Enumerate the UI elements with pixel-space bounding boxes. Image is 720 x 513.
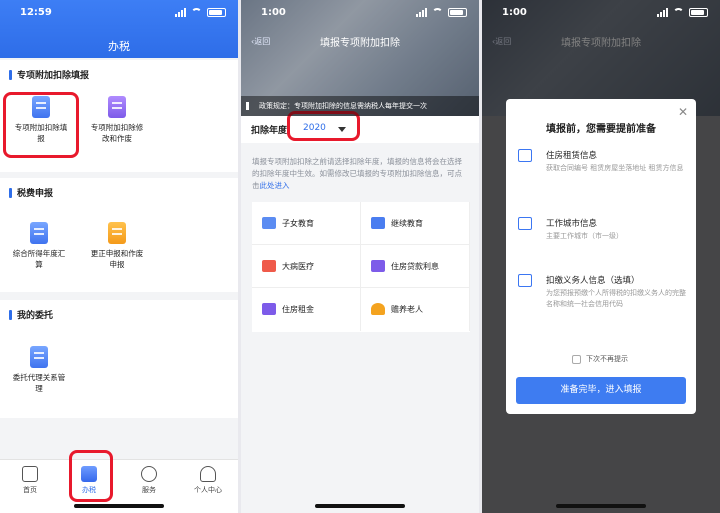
wifi-icon <box>432 8 443 17</box>
year-label: 扣除年度: <box>251 126 291 136</box>
prep-item-rental: 住房租赁信息 获取合同编号 租赁房屋坐落地址 租赁方信息 <box>518 149 686 189</box>
tab-label: 个人中心 <box>194 486 222 494</box>
home-indicator <box>315 504 405 508</box>
page-title: 填报专项附加扣除 <box>320 38 400 49</box>
app-header: 12:59 办税 <box>0 0 238 58</box>
close-icon[interactable]: ✕ <box>678 105 688 119</box>
tile-label: 委托代理关系管理 <box>12 373 66 393</box>
tab-home[interactable]: 首页 <box>5 466 55 495</box>
confirm-button[interactable]: 准备完毕，进入填报 <box>516 377 686 404</box>
tile-label: 更正申报和作废申报 <box>90 249 144 269</box>
delegation-management-button[interactable]: 委托代理关系管理 <box>1 346 77 394</box>
elderly-person-icon <box>371 303 385 315</box>
policy-notice: 政策规定：专项附加扣除的信息需纳税人每年提交一次 <box>241 96 479 116</box>
dialog-title: 填报前，您需要提前准备 <box>546 124 656 135</box>
status-time: 1:00 <box>502 7 527 18</box>
signal-icon <box>416 8 427 17</box>
tab-label: 首页 <box>23 486 37 494</box>
status-bar: 1:00 <box>241 0 479 26</box>
prep-item-heading: 扣缴义务人信息（选填） <box>546 276 640 286</box>
phone-screen-special-deduction: 1:00 ‹返回 填报专项附加扣除 政策规定：专项附加扣除的信息需纳税人每年提交… <box>241 0 479 513</box>
annual-settlement-button[interactable]: 综合所得年度汇算 <box>1 222 77 270</box>
document-correction-icon <box>108 222 126 244</box>
medical-kit-icon <box>262 260 276 272</box>
highlight-box <box>3 92 79 158</box>
tab-label: 服务 <box>142 486 156 494</box>
home-icon <box>22 466 38 482</box>
prep-item-work-city: 工作城市信息 主要工作城市（市一级） <box>518 217 686 247</box>
document-settings-icon <box>108 96 126 118</box>
page-title: 办税 <box>108 40 130 53</box>
battery-icon <box>689 8 708 17</box>
checkbox-label: 下次不再提示 <box>586 355 628 363</box>
special-deduction-modify-button[interactable]: 专项附加扣除修改和作废 <box>79 96 155 144</box>
edit-entry-link[interactable]: 此处进入 <box>260 181 290 190</box>
item-children-education[interactable]: 子女教育 <box>252 202 361 245</box>
id-card-icon <box>518 149 532 162</box>
item-housing-loan-interest[interactable]: 住房贷款利息 <box>361 245 470 288</box>
item-continuing-education[interactable]: 继续教育 <box>361 202 470 245</box>
list-document-icon <box>518 217 532 230</box>
deduction-items-grid: 子女教育 继续教育 大病医疗 住房贷款利息 住房租金 赡养老人 <box>252 202 470 332</box>
correction-declaration-button[interactable]: 更正申报和作废申报 <box>79 222 155 270</box>
speaker-icon <box>246 102 254 110</box>
house-key-icon <box>262 303 276 315</box>
highlight-box <box>69 450 113 502</box>
battery-icon <box>207 8 226 17</box>
books-icon <box>262 217 276 229</box>
wifi-icon <box>191 8 202 17</box>
item-serious-illness[interactable]: 大病医疗 <box>252 245 361 288</box>
description-text: 填报专项附加扣除之前请选择扣除年度，填报的信息将会在选择的扣除年度中生效。如需修… <box>252 157 462 190</box>
graduation-cap-icon <box>371 217 385 229</box>
tab-personal-center[interactable]: 个人中心 <box>183 466 233 495</box>
tax-settlement-icon <box>30 222 48 244</box>
status-time: 1:00 <box>261 7 286 18</box>
prep-item-withholding-agent: 扣缴义务人信息（选填） 为您预报预缴个人所得税的扣缴义务人的完整名称和统一社会信… <box>518 274 686 334</box>
house-icon <box>371 260 385 272</box>
status-bar: 1:00 <box>482 0 720 26</box>
section-my-delegation: 我的委托 委托代理关系管理 <box>0 300 238 418</box>
prep-item-text: 主要工作城市（市一级） <box>546 232 623 240</box>
tab-service[interactable]: 服务 <box>124 466 174 495</box>
prep-item-text: 为您预报预缴个人所得税的扣缴义务人的完整名称和统一社会信用代码 <box>546 289 686 308</box>
heart-icon <box>141 466 157 482</box>
person-icon <box>200 466 216 482</box>
prep-item-heading: 住房租赁信息 <box>546 151 598 161</box>
battery-icon <box>448 8 467 17</box>
status-time: 12:59 <box>20 7 52 18</box>
nav-bar: ‹返回 填报专项附加扣除 <box>241 34 479 54</box>
signal-icon <box>657 8 668 17</box>
phone-screen-preparation-modal: 1:00 ‹返回 填报专项附加扣除 ✕ 填报前，您需要提前准备 住房租赁信息 获… <box>482 0 720 513</box>
item-elderly-support[interactable]: 赡养老人 <box>361 288 470 331</box>
preparation-dialog: ✕ 填报前，您需要提前准备 住房租赁信息 获取合同编号 租赁房屋坐落地址 租赁方… <box>506 99 696 414</box>
item-housing-rent[interactable]: 住房租金 <box>252 288 361 331</box>
prep-item-heading: 工作城市信息 <box>546 219 598 229</box>
section-title: 我的委托 <box>0 300 238 321</box>
building-icon <box>518 274 532 287</box>
year-selector[interactable]: 扣除年度: 2020 <box>241 116 479 143</box>
tile-label: 专项附加扣除修改和作废 <box>90 123 144 143</box>
home-indicator <box>556 504 646 508</box>
prep-item-text: 获取合同编号 租赁房屋坐落地址 租赁方信息 <box>546 164 684 172</box>
signal-icon <box>175 8 186 17</box>
dont-show-again-checkbox[interactable]: 下次不再提示 <box>572 354 628 364</box>
tile-label: 综合所得年度汇算 <box>12 249 66 269</box>
phone-screen-tax-service: 12:59 办税 专项附加扣除填报 专项附加扣除填报 专项附加扣除修改和作废 税… <box>0 0 238 513</box>
bottom-tab-bar: 首页 办税 服务 个人中心 <box>0 459 238 513</box>
delegation-document-icon <box>30 346 48 368</box>
wifi-icon <box>673 8 684 17</box>
home-indicator <box>74 504 164 508</box>
section-tax-declaration: 税费申报 综合所得年度汇算 更正申报和作废申报 <box>0 178 238 292</box>
notice-text: 政策规定：专项附加扣除的信息需纳税人每年提交一次 <box>259 102 427 110</box>
section-title: 专项附加扣除填报 <box>0 60 238 81</box>
status-bar: 12:59 <box>0 0 238 26</box>
section-title: 税费申报 <box>0 178 238 199</box>
checkbox-icon <box>572 354 581 364</box>
